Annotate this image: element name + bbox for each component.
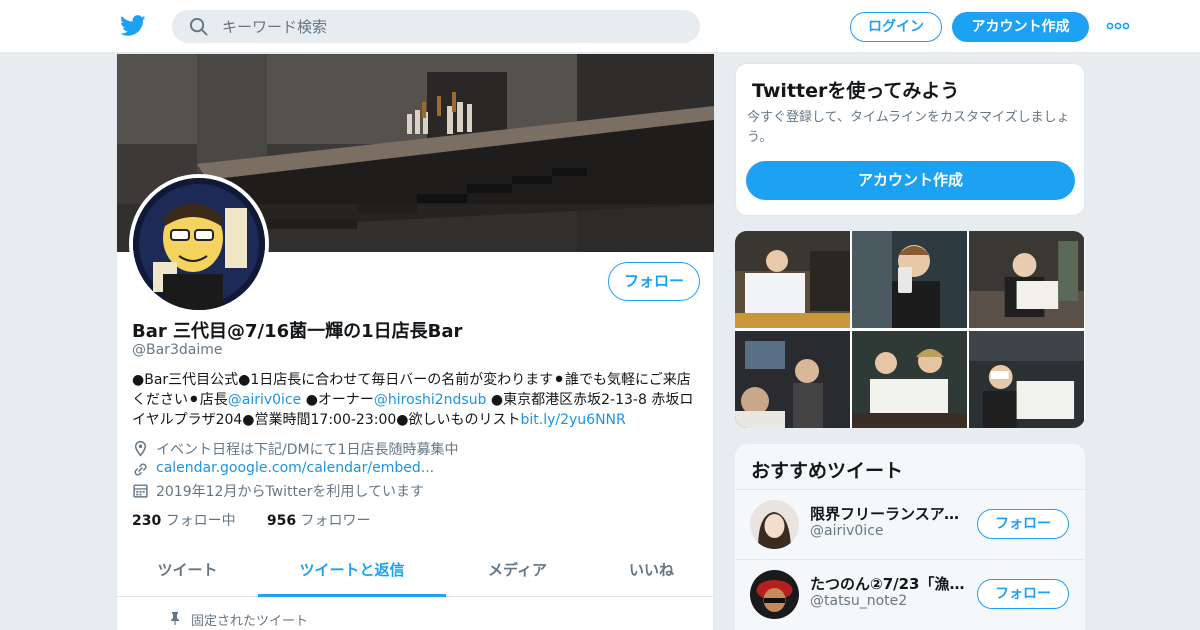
profile-tabs: ツイート ツイートと返信 メディア いいね — [117, 546, 714, 597]
follow-counts: 230 フォロー中 956 フォロワー — [132, 510, 371, 530]
recommended-tweets-title: おすすめツイート — [751, 460, 904, 482]
search-icon — [189, 17, 208, 36]
profile-column: フォロー Bar 三代目@7/16菌一輝の1日店長Bar @Bar3daime … — [116, 54, 714, 630]
followers-count: 956 — [266, 513, 297, 529]
signup-prompt-title: Twitterを使ってみよう — [752, 80, 960, 102]
media-thumbnail[interactable] — [852, 331, 967, 428]
bio-text: ●オーナー — [301, 392, 374, 408]
recommended-account-name[interactable]: 限界フリーランスアイリ — [810, 503, 965, 524]
profile-avatar[interactable] — [129, 174, 269, 314]
joined-text: 2019年12月からTwitterを利用しています — [156, 484, 424, 500]
recommended-account[interactable]: 限界フリーランスアイリ @airiv0ice フォロー — [735, 489, 1085, 559]
tab-likes[interactable]: いいね — [589, 546, 714, 597]
follow-button[interactable]: フォロー — [608, 262, 700, 301]
media-thumbnail[interactable] — [852, 231, 967, 328]
followers-label: フォロワー — [300, 513, 371, 529]
location-pin-icon — [134, 440, 147, 457]
followers-stat[interactable]: 956 フォロワー — [267, 513, 371, 529]
tab-tweets[interactable]: ツイート — [117, 546, 258, 597]
recommended-account-name[interactable]: たつのん②7/23「漁港」 — [810, 573, 965, 594]
signup-prompt-card: Twitterを使ってみよう 今すぐ登録して、タイムラインをカスタマイズしましょ… — [735, 63, 1085, 216]
profile-url-link[interactable]: calendar.google.com/calendar/embed... — [156, 460, 434, 476]
recommended-tweets-card: おすすめツイート 限界フリーランスアイリ @airiv0ice フォロー たつの… — [735, 444, 1085, 630]
bio-mention-link[interactable]: @hiroshi2ndsub — [374, 392, 487, 408]
recommended-follow-button[interactable]: フォロー — [977, 579, 1069, 609]
profile-handle[interactable]: @Bar3daime — [132, 342, 222, 358]
recommended-account-handle: @airiv0ice — [810, 523, 884, 539]
recommended-account-avatar[interactable] — [750, 570, 799, 619]
login-button[interactable]: ログイン — [850, 12, 942, 42]
media-thumbnail[interactable] — [969, 231, 1084, 328]
media-thumbnail[interactable] — [735, 331, 850, 428]
calendar-icon — [133, 484, 148, 498]
recommended-follow-button[interactable]: フォロー — [977, 509, 1069, 539]
profile-bio: ●Bar三代目公式●1日店長に合わせて毎日バーの名前が変わります⚫誰でも気軽にご… — [132, 370, 704, 430]
link-icon — [134, 463, 147, 476]
tab-tweets-and-replies[interactable]: ツイートと返信 — [258, 546, 446, 597]
recommended-account-avatar[interactable] — [750, 500, 799, 549]
following-label: フォロー中 — [165, 513, 236, 529]
following-stat[interactable]: 230 フォロー中 — [132, 513, 236, 529]
search-box[interactable] — [172, 10, 700, 43]
pinned-tweet-label: 固定されたツイート — [191, 614, 309, 629]
location-text: イベント日程は下記/DMにて1日店長随時募集中 — [156, 442, 459, 458]
tab-media[interactable]: メディア — [446, 546, 589, 597]
bio-mention-link[interactable]: @airiv0ice — [228, 392, 302, 408]
media-grid — [735, 231, 1085, 428]
pin-icon — [171, 612, 179, 625]
profile-name: Bar 三代目@7/16菌一輝の1日店長Bar — [132, 321, 463, 342]
signup-button[interactable]: アカウント作成 — [952, 12, 1089, 42]
bio-url-link[interactable]: bit.ly/2yu6NNR — [520, 412, 625, 428]
signup-prompt-button[interactable]: アカウント作成 — [746, 161, 1075, 200]
media-thumbnail[interactable] — [735, 231, 850, 328]
twitter-bird-icon[interactable] — [120, 14, 146, 38]
more-dots-icon[interactable] — [1106, 22, 1130, 30]
recommended-account[interactable]: たつのん②7/23「漁港」 @tatsu_note2 フォロー — [735, 559, 1085, 629]
top-navigation-bar: ログイン アカウント作成 — [0, 0, 1200, 53]
following-count: 230 — [132, 513, 162, 529]
media-thumbnail[interactable] — [969, 331, 1084, 428]
signup-prompt-description: 今すぐ登録して、タイムラインをカスタマイズしましょう。 — [747, 110, 1070, 145]
recommended-account-handle: @tatsu_note2 — [810, 593, 908, 609]
search-input[interactable] — [222, 10, 682, 43]
